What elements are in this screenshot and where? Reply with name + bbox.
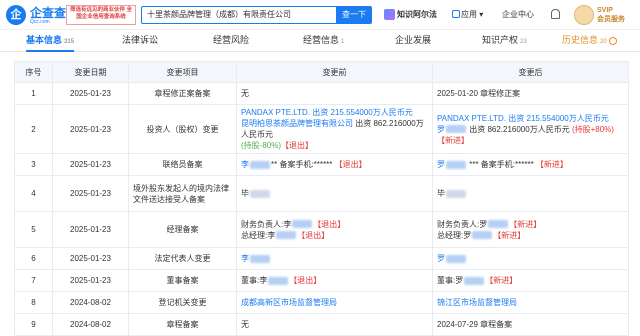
apps-menu[interactable]: 应用 ▾ bbox=[461, 8, 483, 22]
tab-risk[interactable]: 经营风险 bbox=[213, 30, 249, 52]
tab-ip[interactable]: 知识产权 23 bbox=[482, 30, 527, 52]
table-row: 3 2025-01-23 联络员备案 李 ** 备案手机:****** 【退出】 … bbox=[14, 153, 629, 176]
ai-assistant-button[interactable]: 知识阿尔法 bbox=[384, 8, 437, 22]
enterprise-center-link[interactable]: 企业中心 bbox=[502, 8, 534, 22]
investor-link[interactable]: PANDAX PTE.LTD. 出资 215.554000万人民币元 bbox=[437, 114, 609, 123]
bell-icon[interactable] bbox=[551, 9, 560, 19]
search-button[interactable]: 查一下 bbox=[336, 6, 372, 24]
col-item: 变更项目 bbox=[128, 61, 237, 83]
table-row: 5 2025-01-23 经理备案 财务负责人:李 【退出】 总经理:李 【退出】 … bbox=[14, 211, 629, 248]
svip-avatar-icon[interactable] bbox=[574, 5, 594, 25]
col-before: 变更前 bbox=[236, 61, 433, 83]
investor-link[interactable]: PANDAX PTE.LTD. 出资 215.554000万人民币元 bbox=[241, 108, 413, 117]
col-date: 变更日期 bbox=[52, 61, 129, 83]
table-row: 8 2024-08-02 登记机关变更 成都高新区市场监督管理局 锦江区市场监督… bbox=[14, 291, 629, 314]
ai-icon bbox=[384, 9, 395, 21]
search-input[interactable]: 十里茶颜品牌管理（成都）有限责任公司 bbox=[141, 6, 336, 24]
change-records-table: 序号 变更日期 变更项目 变更前 变更后 1 2025-01-23 章程修正案备… bbox=[14, 61, 629, 336]
masked-name bbox=[250, 189, 270, 198]
col-after: 变更后 bbox=[432, 61, 629, 83]
table-row: 6 2025-01-23 法定代表人变更 李 罗 bbox=[14, 247, 629, 270]
table-row: 9 2024-08-02 章程备案 无 2024-07-29 章程备案 bbox=[14, 313, 629, 336]
table-row: 1 2025-01-23 章程修正案备案 无 2025-01-20 章程修正案 bbox=[14, 82, 629, 105]
table-row: 4 2025-01-23 境外股东发起人的境内法律文件送达接受人备案 毕 毕 bbox=[14, 175, 629, 212]
top-bar: 企 企查查 Qcc.com 筛选有远见的商业伙伴 全国企业信用查询系统 十里茶颜… bbox=[0, 0, 640, 30]
tab-history[interactable]: 历史信息 20 bbox=[562, 30, 617, 52]
tab-development[interactable]: 企业发展 bbox=[395, 30, 431, 52]
masked-name bbox=[446, 125, 466, 134]
qcc-logo[interactable]: 企 bbox=[6, 5, 26, 25]
table-header: 序号 变更日期 变更项目 变更前 变更后 bbox=[14, 61, 629, 83]
masked-name bbox=[446, 160, 466, 169]
table-row: 2 2025-01-23 投资人（股权）变更 PANDAX PTE.LTD. 出… bbox=[14, 104, 629, 154]
brand-domain: Qcc.com bbox=[30, 19, 50, 25]
history-info-icon bbox=[608, 36, 617, 45]
apps-icon bbox=[452, 10, 460, 18]
section-tabs: 基本信息 315 法律诉讼 经营风险 经营信息 1 企业发展 知识产权 23 历史信息… bbox=[0, 30, 640, 52]
after-cell: PANDAX PTE.LTD. 出资 215.554000万人民币元 罗 出资 … bbox=[432, 104, 629, 154]
tab-basic-info[interactable]: 基本信息 315 bbox=[26, 30, 75, 52]
tab-legal[interactable]: 法律诉讼 bbox=[122, 30, 158, 52]
before-cell: PANDAX PTE.LTD. 出资 215.554000万人民币元 昆明柏思茶… bbox=[236, 104, 433, 154]
tab-operation[interactable]: 经营信息 1 bbox=[303, 30, 344, 52]
investor-link[interactable]: 昆明柏思茶颜品牌管理有限公司 bbox=[241, 119, 353, 128]
masked-name bbox=[250, 160, 270, 169]
table-row: 7 2025-01-23 董事备案 董事:李 【退出】 董事:罗 【新进】 bbox=[14, 269, 629, 292]
col-no: 序号 bbox=[14, 61, 53, 83]
masked-name bbox=[446, 189, 466, 198]
slogan-badge: 筛选有远见的商业伙伴 全国企业信用查询系统 bbox=[66, 5, 136, 25]
svip-label[interactable]: SVIP 会员服务 bbox=[597, 6, 625, 24]
